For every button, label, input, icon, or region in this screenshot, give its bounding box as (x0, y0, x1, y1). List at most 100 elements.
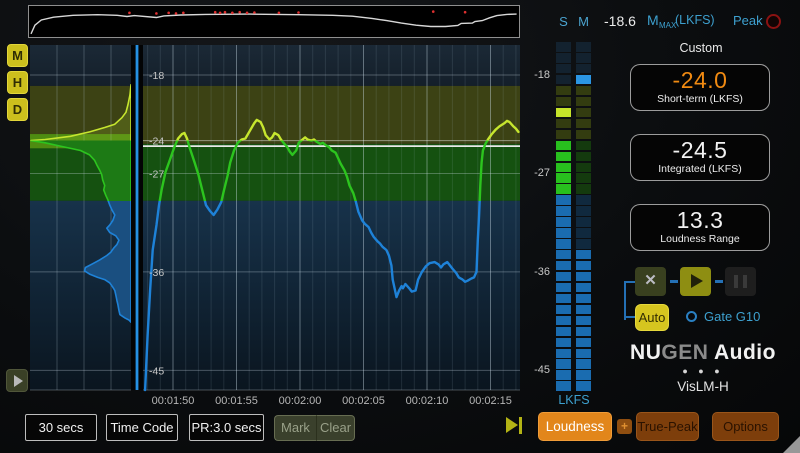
clear-button[interactable]: Clear (316, 415, 355, 441)
meter-s-segment (556, 97, 571, 106)
replay-button[interactable] (6, 369, 28, 392)
meter-s-segment (556, 64, 571, 73)
meter-s-segment (556, 359, 571, 368)
options-button[interactable]: Options (712, 412, 779, 441)
over-level-marker (297, 11, 300, 14)
meter-m-segment (576, 108, 591, 117)
playback-cursor[interactable] (136, 45, 139, 390)
product-name: VisLM-H (618, 379, 788, 394)
over-level-marker (231, 12, 234, 15)
over-level-marker (214, 11, 217, 14)
meter-s-segment (556, 370, 571, 379)
meter-unit-label: LKFS (546, 393, 602, 407)
meter-m-segment (576, 64, 591, 73)
over-level-marker (246, 12, 249, 15)
integrated-value: -24.5 (631, 137, 769, 163)
over-level-marker (175, 12, 178, 15)
skip-to-end-icon (519, 417, 522, 434)
loudness-range-value: 13.3 (631, 207, 769, 233)
meter-m-segment (576, 86, 591, 95)
integrated-readout: -24.5 Integrated (LKFS) (630, 134, 770, 181)
meter-scale-label: -45 (522, 364, 550, 376)
meter-s-segment (556, 130, 571, 139)
true-peak-mode-button[interactable]: True-Peak (636, 412, 699, 441)
meter-m-segment (576, 119, 591, 128)
transport-link-line (624, 281, 635, 283)
meter-m-segment (576, 338, 591, 347)
over-level-marker (253, 11, 256, 14)
graph-window-label: 30 secs (39, 420, 84, 435)
view-momentary-button[interactable]: M (7, 44, 28, 67)
time-axis-tick-label: 00:01:50 (152, 395, 195, 406)
preset-name: Custom (632, 41, 770, 55)
meter-s-segment (556, 86, 571, 95)
logo-dots: ● ● ● (618, 366, 788, 376)
meter-m-segment (576, 316, 591, 325)
over-level-marker (238, 11, 241, 14)
auto-button[interactable]: Auto (635, 304, 669, 331)
gate-radio[interactable] (686, 311, 697, 322)
meter-s-segment (556, 184, 571, 193)
meter-s-segment (556, 206, 571, 215)
meter-m-segment (576, 163, 591, 172)
timecode-button[interactable]: Time Code (106, 414, 178, 441)
meter-m-segment (576, 261, 591, 270)
nugen-audio-logo: NUGEN Audio (618, 341, 788, 365)
momentary-max-prefix: M (647, 12, 659, 28)
loudness-mode-button[interactable]: Loudness (538, 412, 612, 441)
practical-range-button[interactable]: PR:3.0 secs (189, 414, 264, 441)
over-level-marker (182, 12, 185, 15)
meter-m-segment (576, 152, 591, 161)
integrated-label: Integrated (LKFS) (631, 163, 769, 175)
meter-m-segment (576, 370, 591, 379)
meter-m-segment (576, 294, 591, 303)
program-overview-strip[interactable] (28, 5, 520, 38)
short-term-label: Short-term (LKFS) (631, 93, 769, 105)
time-axis-tick-label: 00:02:00 (279, 395, 322, 406)
logo-audio: Audio (708, 341, 776, 364)
meter-m-segment (576, 42, 591, 51)
view-distribution-button[interactable]: D (7, 98, 28, 121)
loudness-range-readout: 13.3 Loudness Range (630, 204, 770, 251)
meter-m-segment (576, 195, 591, 204)
meter-s-segment (556, 141, 571, 150)
time-axis-tick-label: 00:02:10 (406, 395, 449, 406)
time-axis-tick-label: 00:02:15 (469, 395, 512, 406)
y-axis-tick-label: -27 (149, 168, 164, 180)
meter-m-column-label: M (576, 14, 591, 29)
peak-indicator-lamp[interactable] (766, 14, 781, 29)
view-history-button[interactable]: H (7, 71, 28, 94)
meter-m-segment (576, 305, 591, 314)
add-mode-button[interactable]: + (617, 419, 632, 434)
meter-s-segment (556, 195, 571, 204)
short-term-readout: -24.0 Short-term (LKFS) (630, 64, 770, 111)
meter-s-segment (556, 316, 571, 325)
skip-to-end-button[interactable] (506, 417, 524, 434)
meter-s-segment (556, 349, 571, 358)
time-axis-tick-label: 00:01:55 (215, 395, 258, 406)
transport-dash (715, 280, 723, 283)
meter-s-segment (556, 283, 571, 292)
short-term-value: -24.0 (631, 67, 769, 93)
resize-grip[interactable] (783, 436, 800, 453)
meter-m-segment (576, 53, 591, 62)
run-button[interactable] (680, 267, 711, 296)
reset-button[interactable]: ✕ (635, 267, 666, 296)
meter-s-segment (556, 327, 571, 336)
meter-m-segment (576, 272, 591, 281)
meter-m-segment (576, 359, 591, 368)
y-axis-tick-label: -18 (149, 70, 164, 82)
meter-scale-label: -36 (522, 266, 550, 278)
meter-s-column-label: S (556, 14, 571, 29)
meter-s-segment (556, 381, 571, 390)
mark-button[interactable]: Mark (274, 415, 316, 441)
overview-loudness-line (31, 14, 517, 34)
meter-s-segment (556, 42, 571, 51)
meter-m-segment (576, 349, 591, 358)
overview-waveform (29, 6, 519, 37)
graph-window-button[interactable]: 30 secs (25, 414, 97, 441)
meter-s-segment (556, 152, 571, 161)
pause-button[interactable] (725, 267, 756, 296)
meter-s-segment (556, 250, 571, 259)
play-icon (14, 375, 23, 387)
